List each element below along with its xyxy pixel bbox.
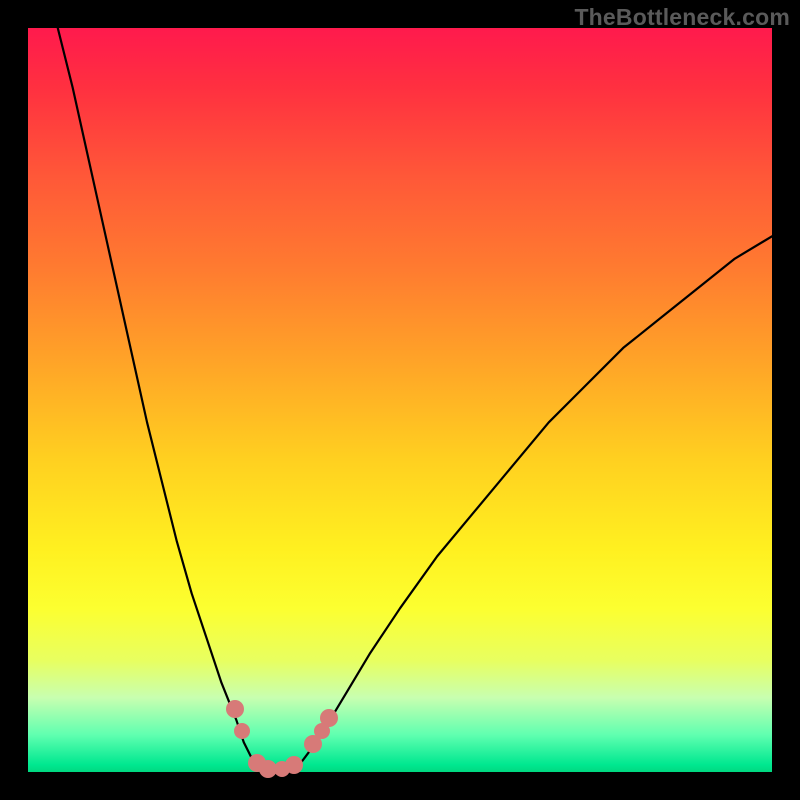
plot-area [28, 28, 772, 772]
attribution-text: TheBottleneck.com [574, 4, 790, 31]
outer-frame: TheBottleneck.com [0, 0, 800, 800]
sweet-spot-marker [226, 700, 244, 718]
bottleneck-curve [28, 28, 772, 772]
sweet-spot-marker [320, 709, 338, 727]
sweet-spot-marker [234, 723, 250, 739]
sweet-spot-marker [285, 756, 303, 774]
curve-path [58, 28, 772, 771]
